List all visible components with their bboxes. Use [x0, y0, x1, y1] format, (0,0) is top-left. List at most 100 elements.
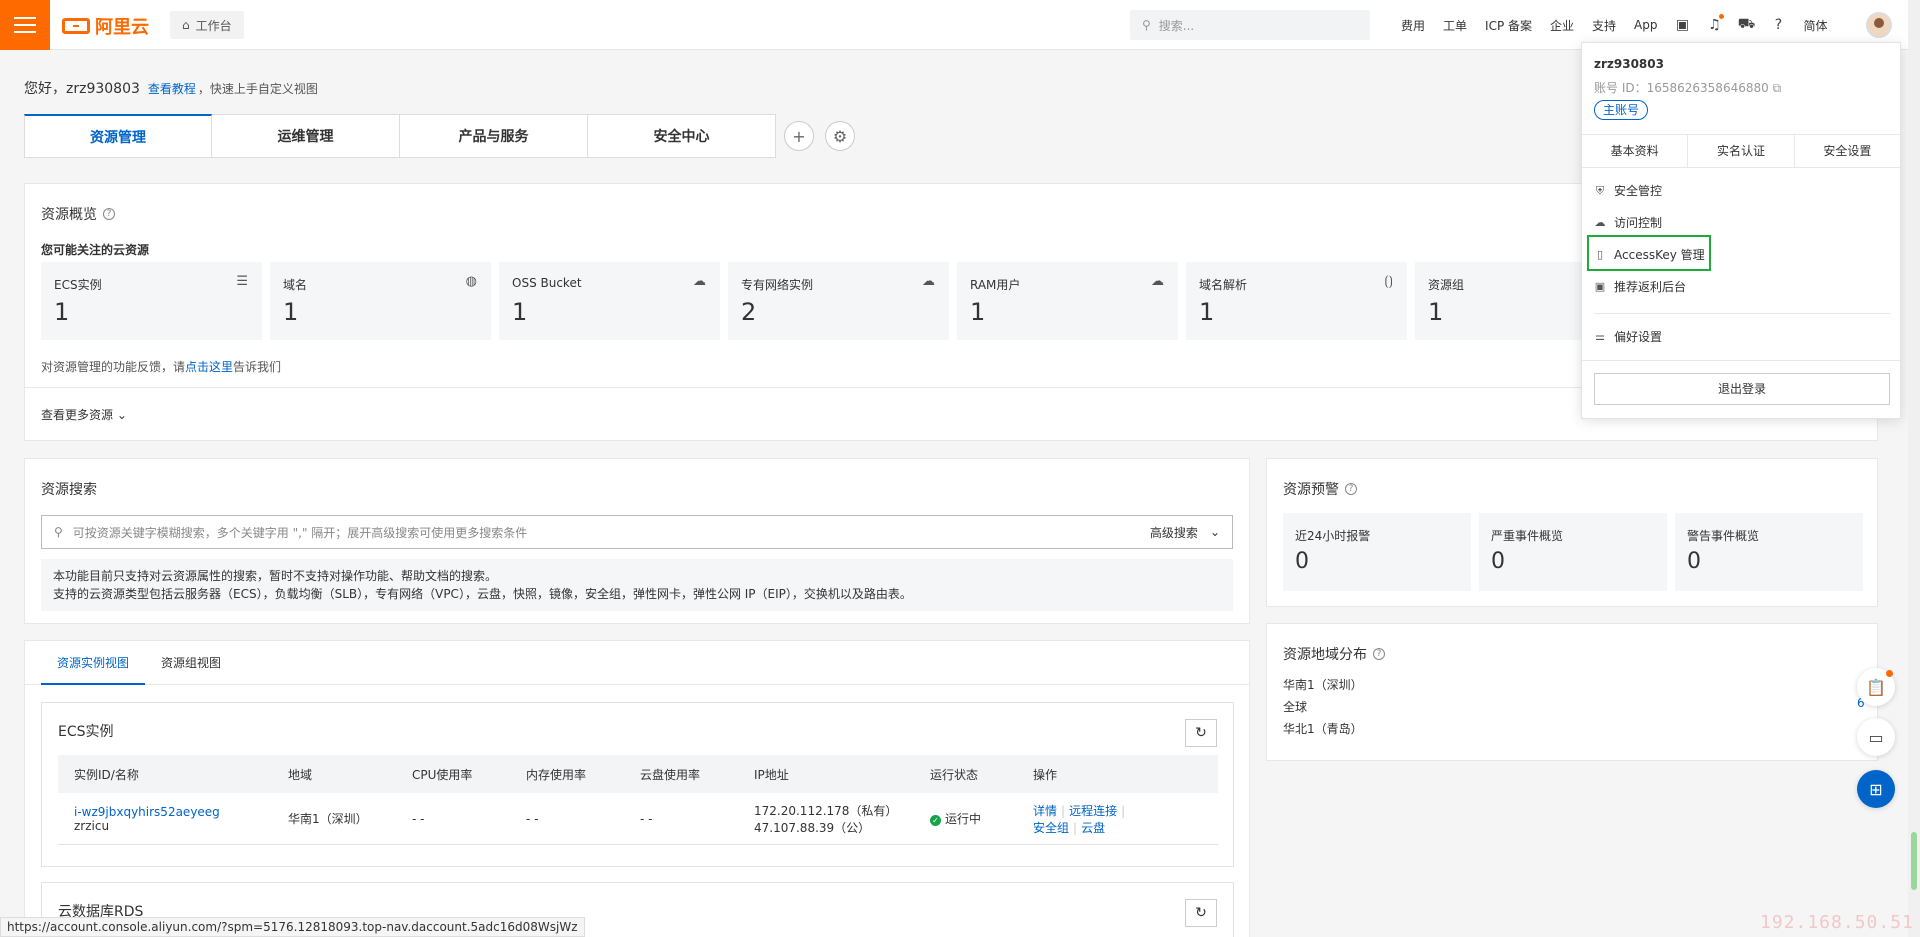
- menu-referral[interactable]: ▣ 推荐返利后台: [1594, 278, 1686, 295]
- help-icon[interactable]: ?: [1763, 17, 1795, 33]
- cloud-icon: ☁: [1594, 216, 1606, 229]
- tab-real-name[interactable]: 实名认证: [1688, 135, 1795, 167]
- add-tab-button[interactable]: +: [784, 121, 814, 151]
- feedback-button[interactable]: ▭: [1857, 718, 1895, 756]
- language-switch[interactable]: 简体: [1795, 17, 1837, 34]
- tab-resource-management[interactable]: 资源管理: [24, 114, 212, 158]
- help-icon[interactable]: ?: [103, 208, 115, 220]
- tutorial-link[interactable]: 查看教程: [148, 80, 196, 97]
- search-icon: ⚲: [54, 525, 63, 539]
- instance-id-link[interactable]: i-wz9jbxqyhirs52aeyeeg: [74, 805, 220, 819]
- ecs-instances-panel: ECS实例 ↻ 实例ID/名称 地域 CPU使用率 内存使用率 云盘使用率 IP…: [41, 702, 1234, 867]
- overview-title: 资源概览?: [41, 204, 115, 224]
- chevron-down-icon: ⌄: [116, 408, 127, 422]
- bell-icon[interactable]: ♫: [1699, 14, 1731, 33]
- tile-domain[interactable]: 域名 1 ◍: [270, 262, 491, 340]
- tab-products-services[interactable]: 产品与服务: [400, 114, 588, 158]
- search-note: 本功能目前只支持对云资源属性的搜索，暂时不支持对操作功能、帮助文档的搜索。 支持…: [41, 559, 1233, 611]
- refresh-button[interactable]: ↻: [1185, 719, 1217, 747]
- region-item[interactable]: 华北1（青岛）: [1283, 718, 1363, 740]
- menu-access-control[interactable]: ☁ 访问控制: [1594, 214, 1663, 231]
- search-icon: ⚲: [1142, 18, 1151, 32]
- resource-search-card: 资源搜索 ⚲ 可按资源关键字模糊搜索，多个关键字用 "," 隔开；展开高级搜索可…: [24, 458, 1250, 624]
- nav-icp[interactable]: ICP 备案: [1476, 17, 1541, 34]
- details-link[interactable]: 详情: [1033, 804, 1057, 818]
- menu-icon[interactable]: [0, 0, 50, 50]
- greeting-user: zrz930803: [66, 81, 140, 97]
- tile-24h-alarms[interactable]: 近24小时报警 0: [1283, 513, 1471, 591]
- tile-critical-events[interactable]: 严重事件概览 0: [1479, 513, 1667, 591]
- more-resources-toggle[interactable]: 查看更多资源 ⌄: [41, 406, 127, 423]
- account-dropdown: zrz930803 账号 ID：1658626358646880 ⧉ 主账号 基…: [1581, 42, 1901, 419]
- scrollbar-thumb[interactable]: [1911, 832, 1917, 890]
- disk-link[interactable]: 云盘: [1081, 821, 1105, 835]
- image-icon[interactable]: ▣: [1667, 17, 1699, 33]
- refresh-button[interactable]: ↻: [1185, 899, 1217, 927]
- resource-alerts-card: 资源预警? 近24小时报警 0 严重事件概览 0 警告事件概览 0: [1266, 458, 1878, 607]
- alert-tiles: 近24小时报警 0 严重事件概览 0 警告事件概览 0: [1283, 513, 1863, 591]
- tab-basic-info[interactable]: 基本资料: [1582, 135, 1689, 167]
- avatar[interactable]: [1866, 12, 1892, 38]
- notification-dot: [1886, 670, 1893, 677]
- chevron-down-icon: ⌄: [1209, 525, 1220, 539]
- advanced-search-toggle[interactable]: 高级搜索 ⌄: [1150, 524, 1220, 541]
- key-icon: ▯: [1596, 248, 1604, 261]
- nav-support[interactable]: 支持: [1583, 17, 1625, 34]
- region-list: 华南1（深圳） 全球 华北1（青岛）: [1283, 674, 1363, 740]
- tab-ops-management[interactable]: 运维管理: [212, 114, 400, 158]
- tab-security-center[interactable]: 安全中心: [588, 114, 776, 158]
- tile-dns[interactable]: 域名解析 1 ⟮⟯: [1186, 262, 1407, 340]
- tile-ram[interactable]: RAM用户 1 ☁: [957, 262, 1178, 340]
- scrollbar[interactable]: [1908, 0, 1920, 937]
- search-input[interactable]: ⚲ 搜索...: [1130, 10, 1370, 40]
- greeting: 您好，zrz930803 查看教程 ，快速上手自定义视图: [24, 80, 318, 97]
- instance-view-tabs: 资源实例视图 资源组视图: [25, 641, 1249, 685]
- tile-vpc[interactable]: 专有网络实例 2 ☁: [728, 262, 949, 340]
- feedback-link[interactable]: 点击这里: [185, 360, 233, 374]
- clipboard-button[interactable]: 📋: [1857, 668, 1895, 706]
- gift-icon: ▣: [1594, 280, 1606, 293]
- aliyun-logo[interactable]: 阿里云: [62, 13, 149, 39]
- region-item[interactable]: 华南1（深圳）: [1283, 674, 1363, 696]
- cloud-upload-icon: ☁: [693, 274, 706, 289]
- workbench-button[interactable]: ⌂ 工作台: [170, 11, 244, 39]
- chat-icon: ▭: [1868, 727, 1884, 747]
- tab-group-view[interactable]: 资源组视图: [145, 641, 237, 685]
- cart-icon[interactable]: ⛟: [1731, 16, 1763, 34]
- dns-icon: ⟮⟯: [1384, 274, 1393, 289]
- menu-preferences[interactable]: ⚌ 偏好设置: [1594, 328, 1662, 345]
- apps-button[interactable]: ⊞: [1857, 770, 1895, 808]
- tab-security-settings[interactable]: 安全设置: [1795, 135, 1900, 167]
- greeting-tip: ，快速上手自定义视图: [197, 82, 318, 96]
- resource-search-input[interactable]: ⚲ 可按资源关键字模糊搜索，多个关键字用 "," 隔开；展开高级搜索可使用更多搜…: [41, 515, 1233, 549]
- help-icon[interactable]: ?: [1345, 483, 1357, 495]
- tile-warning-events[interactable]: 警告事件概览 0: [1675, 513, 1863, 591]
- region-item[interactable]: 全球: [1283, 696, 1363, 718]
- status-badge: ✓ 运行中: [930, 810, 1033, 827]
- globe-icon: ◍: [465, 274, 477, 289]
- tile-ecs[interactable]: ECS实例 1 ☰: [41, 262, 262, 340]
- tab-instance-view[interactable]: 资源实例视图: [41, 641, 146, 685]
- status-url: https://account.console.aliyun.com/?spm=…: [0, 917, 585, 937]
- tab-settings-button[interactable]: ⚙: [825, 121, 855, 151]
- nav-app[interactable]: App: [1625, 18, 1666, 32]
- logout-button[interactable]: 退出登录: [1594, 373, 1890, 405]
- cloud-icon: ☁: [1151, 274, 1164, 289]
- menu-security-control[interactable]: ⛨ 安全管控: [1594, 182, 1662, 199]
- divider: [1582, 360, 1900, 361]
- help-icon[interactable]: ?: [1373, 648, 1385, 660]
- notification-dot: [1718, 14, 1724, 19]
- nav-ticket[interactable]: 工单: [1434, 17, 1476, 34]
- menu-accesskey[interactable]: ▯ AccessKey 管理: [1594, 246, 1705, 263]
- copy-icon[interactable]: ⧉: [1773, 81, 1782, 95]
- instance-name: zrzicu: [74, 818, 110, 833]
- regions-title: 资源地域分布?: [1283, 644, 1385, 664]
- security-group-link[interactable]: 安全组: [1033, 821, 1069, 835]
- account-tabs: 基本资料 实名认证 安全设置: [1582, 134, 1900, 168]
- overview-subtitle: 您可能关注的云资源: [41, 243, 150, 257]
- nav-enterprise[interactable]: 企业: [1541, 17, 1583, 34]
- clipboard-icon: 📋: [1866, 677, 1886, 697]
- nav-billing[interactable]: 费用: [1392, 17, 1434, 34]
- remote-connect-link[interactable]: 远程连接: [1069, 804, 1117, 818]
- tile-oss[interactable]: OSS Bucket 1 ☁: [499, 262, 720, 340]
